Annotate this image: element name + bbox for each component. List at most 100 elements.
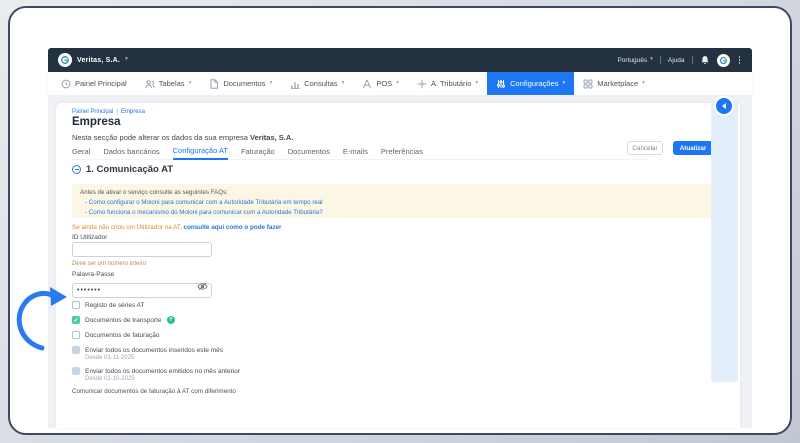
- menu-label: Configurações: [510, 79, 558, 88]
- faq-link-1[interactable]: - Como configurar o Moloni para comunica…: [85, 198, 716, 208]
- at-note-link[interactable]: consulte aqui como o pode fazer: [184, 224, 282, 231]
- sliders-icon: [496, 79, 506, 89]
- language-selector[interactable]: Português ▾: [617, 57, 652, 64]
- diferimento-label: Comunicar documentos de faturação à AT c…: [72, 388, 236, 395]
- divider: [660, 56, 661, 64]
- cancel-button[interactable]: Cancelar: [627, 141, 663, 155]
- menu-label: POS: [376, 79, 392, 88]
- document-icon: [209, 79, 219, 89]
- checkbox-label: Documentos de transporte: [85, 317, 162, 324]
- page-background: Painel Principal | Empresa Empresa Nesta…: [48, 95, 752, 428]
- company-name: Veritas, S.A.: [77, 57, 120, 64]
- company-logo-icon: [58, 53, 72, 67]
- breadcrumb: Painel Principal | Empresa: [72, 109, 145, 115]
- kebab-menu-icon[interactable]: [737, 54, 743, 66]
- window-frame: Veritas, S.A. ▾ Português ▾ Ajuda: [8, 6, 792, 435]
- language-label: Português: [617, 57, 647, 64]
- faq-intro: Antes de ativar o serviço consulte as se…: [80, 189, 228, 196]
- faq-info-box: Antes de ativar o serviço consulte as se…: [72, 184, 724, 218]
- checkbox-row-registo-series: Registo de séries AT: [72, 301, 145, 309]
- checkbox-documentos-faturacao[interactable]: [72, 331, 80, 339]
- breadcrumb-current[interactable]: Empresa: [121, 109, 145, 115]
- tab-emails[interactable]: E-mails: [343, 147, 368, 159]
- tab-configuracao-at[interactable]: Configuração AT: [173, 146, 228, 160]
- faq-link-2[interactable]: - Como funciona o mecanismo do Moloni pa…: [85, 208, 716, 218]
- checkbox-label: Documentos de faturação: [85, 332, 159, 339]
- user-avatar[interactable]: [717, 54, 730, 67]
- checkbox-label: Registo de séries AT: [85, 302, 145, 309]
- chevron-down-icon: ▾: [563, 81, 566, 87]
- chevron-left-icon: [722, 103, 726, 109]
- password-input[interactable]: [72, 283, 212, 298]
- users-icon: [145, 79, 155, 89]
- menu-item-painel-principal[interactable]: Painel Principal: [52, 72, 136, 95]
- checkbox-enviar-inseridos-este-mes[interactable]: [72, 346, 80, 354]
- annotation-arrow-icon: [12, 286, 70, 356]
- menu-label: A. Tributário: [431, 79, 471, 88]
- chevron-down-icon: ▾: [642, 81, 645, 87]
- checkbox-row-doc-transporte: ✓ Documentos de transporte ?: [72, 316, 175, 324]
- tab-dados-bancarios[interactable]: Dados bancários: [103, 147, 159, 159]
- notifications-bell-icon[interactable]: [700, 55, 710, 65]
- chevron-down-icon: ▾: [650, 57, 653, 63]
- id-utilizador-hint: Deve ser um número inteiro: [72, 261, 146, 267]
- menu-item-documentos[interactable]: Documentos ▾: [200, 72, 281, 95]
- help-badge-icon[interactable]: ?: [167, 316, 175, 324]
- tab-documentos[interactable]: Documentos: [288, 147, 330, 159]
- checkbox-label: Enviar todos os documentos inseridos est…: [85, 347, 223, 354]
- chevron-down-icon: ▾: [342, 81, 345, 87]
- app-window: Veritas, S.A. ▾ Português ▾ Ajuda: [48, 48, 752, 428]
- checkbox-enviar-emitidos-mes-anterior[interactable]: [72, 367, 80, 375]
- menu-label: Marketplace: [597, 79, 638, 88]
- id-utilizador-label: ID Utilizador: [72, 234, 107, 241]
- collapsed-side-panel: [711, 99, 738, 382]
- at-user-note: Se ainda não criou um Utilizador na AT, …: [72, 224, 282, 231]
- checkbox-row-doc-faturacao: Documentos de faturação: [72, 331, 159, 339]
- grid-icon: [583, 79, 593, 89]
- menu-label: Consultas: [304, 79, 337, 88]
- chevron-down-icon: ▾: [189, 81, 192, 87]
- checkbox-documentos-transporte[interactable]: ✓: [72, 316, 80, 324]
- chevron-down-icon: ▾: [125, 57, 128, 63]
- chevron-down-icon: ▾: [396, 81, 399, 87]
- menu-item-tabelas[interactable]: Tabelas ▾: [136, 72, 201, 95]
- breadcrumb-home[interactable]: Painel Principal: [72, 109, 113, 115]
- checkbox-row-enviar-este-mes: Enviar todos os documentos inseridos est…: [72, 346, 223, 354]
- tab-bar: Geral Dados bancários Configuração AT Fa…: [72, 144, 648, 160]
- menu-label: Tabelas: [159, 79, 185, 88]
- collapse-minus-icon[interactable]: [72, 165, 81, 174]
- screenshot-stage: Veritas, S.A. ▾ Português ▾ Ajuda: [0, 0, 800, 443]
- content-card: Painel Principal | Empresa Empresa Nesta…: [56, 103, 740, 428]
- top-navbar: Veritas, S.A. ▾ Português ▾ Ajuda: [48, 48, 752, 72]
- crosshair-icon: [417, 79, 427, 89]
- section-header: 1. Comunicação AT: [72, 164, 173, 175]
- menu-item-consultas[interactable]: Consultas ▾: [281, 72, 353, 95]
- tab-geral[interactable]: Geral: [72, 147, 90, 159]
- help-link[interactable]: Ajuda: [668, 57, 685, 64]
- section-title: 1. Comunicação AT: [86, 164, 173, 175]
- checkbox-row-enviar-mes-anterior: Enviar todos os documentos emitidos no m…: [72, 367, 240, 375]
- main-menu: Painel Principal Tabelas ▾ Documentos ▾: [48, 72, 752, 95]
- id-utilizador-input[interactable]: [72, 242, 212, 257]
- chevron-down-icon: ▾: [475, 81, 478, 87]
- menu-item-pos[interactable]: POS ▾: [353, 72, 408, 95]
- update-button[interactable]: Atualizar: [673, 141, 713, 155]
- page-title: Empresa: [72, 116, 121, 128]
- eye-off-icon[interactable]: [197, 282, 208, 291]
- checkbox-subtext: Desde 01-11-2025: [85, 355, 134, 361]
- divider: [692, 56, 693, 64]
- clock-icon: [61, 79, 71, 89]
- menu-item-configuracoes[interactable]: Configurações ▾: [487, 72, 574, 95]
- password-field-wrap: [72, 279, 212, 294]
- checkbox-registo-series-at[interactable]: [72, 301, 80, 309]
- company-switcher[interactable]: Veritas, S.A. ▾: [58, 53, 128, 67]
- tab-faturacao[interactable]: Faturação: [241, 147, 275, 159]
- tab-preferencias[interactable]: Preferências: [381, 147, 423, 159]
- checkbox-subtext: Desde 01-10-2025: [85, 376, 135, 382]
- menu-item-a-tributario[interactable]: A. Tributário ▾: [408, 72, 487, 95]
- at-note-warning: Se ainda não criou um Utilizador na AT,: [72, 224, 184, 231]
- menu-item-marketplace[interactable]: Marketplace ▾: [574, 72, 654, 95]
- chevron-down-icon: ▾: [269, 81, 272, 87]
- expand-panel-button[interactable]: [716, 98, 732, 114]
- compass-icon: [362, 79, 372, 89]
